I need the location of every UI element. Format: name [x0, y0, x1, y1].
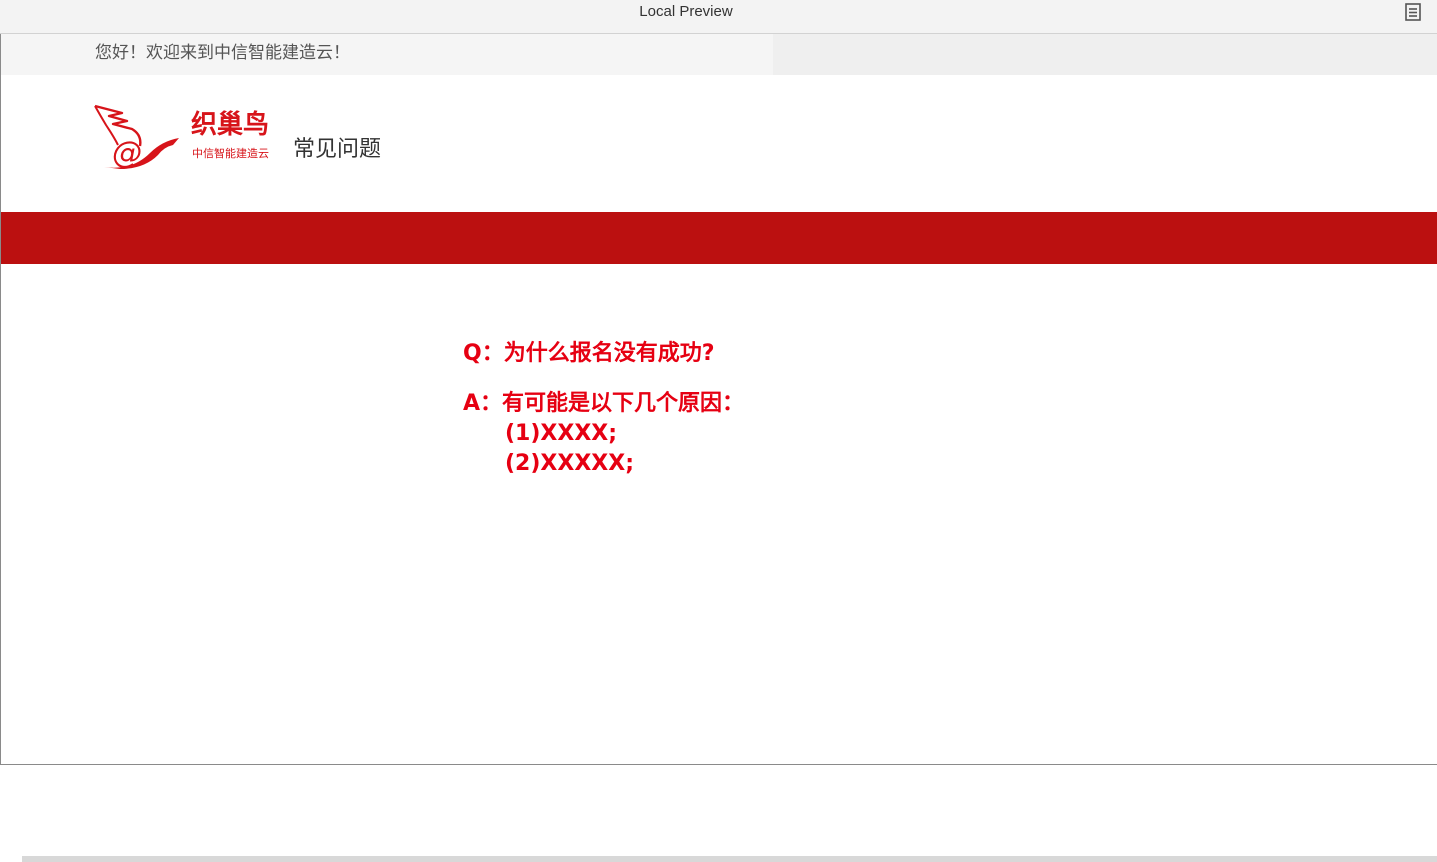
window-title: Local Preview — [639, 3, 733, 20]
brand-tagline: 中信智能建造云 — [192, 147, 269, 160]
page-title: 常见问题 — [293, 137, 382, 162]
list-icon[interactable] — [1403, 2, 1423, 22]
horizontal-scrollbar[interactable] — [22, 856, 1437, 862]
brand-name: 织巢鸟 — [191, 110, 270, 140]
welcome-text: 您好！欢迎来到中信智能建造云！ — [95, 43, 350, 63]
bird-at-logo: @ — [92, 103, 182, 171]
welcome-bar-filler — [773, 34, 1437, 75]
faq-reason-item: (2)XXXXX; — [505, 451, 635, 476]
red-banner — [1, 212, 1437, 264]
faq-question: Q：为什么报名没有成功? — [463, 341, 715, 366]
svg-text:@: @ — [112, 136, 142, 171]
window-titlebar: Local Preview — [0, 0, 1437, 34]
faq-reason-item: (1)XXXX; — [505, 421, 618, 446]
faq-answer-intro: A：有可能是以下几个原因： — [463, 391, 745, 416]
